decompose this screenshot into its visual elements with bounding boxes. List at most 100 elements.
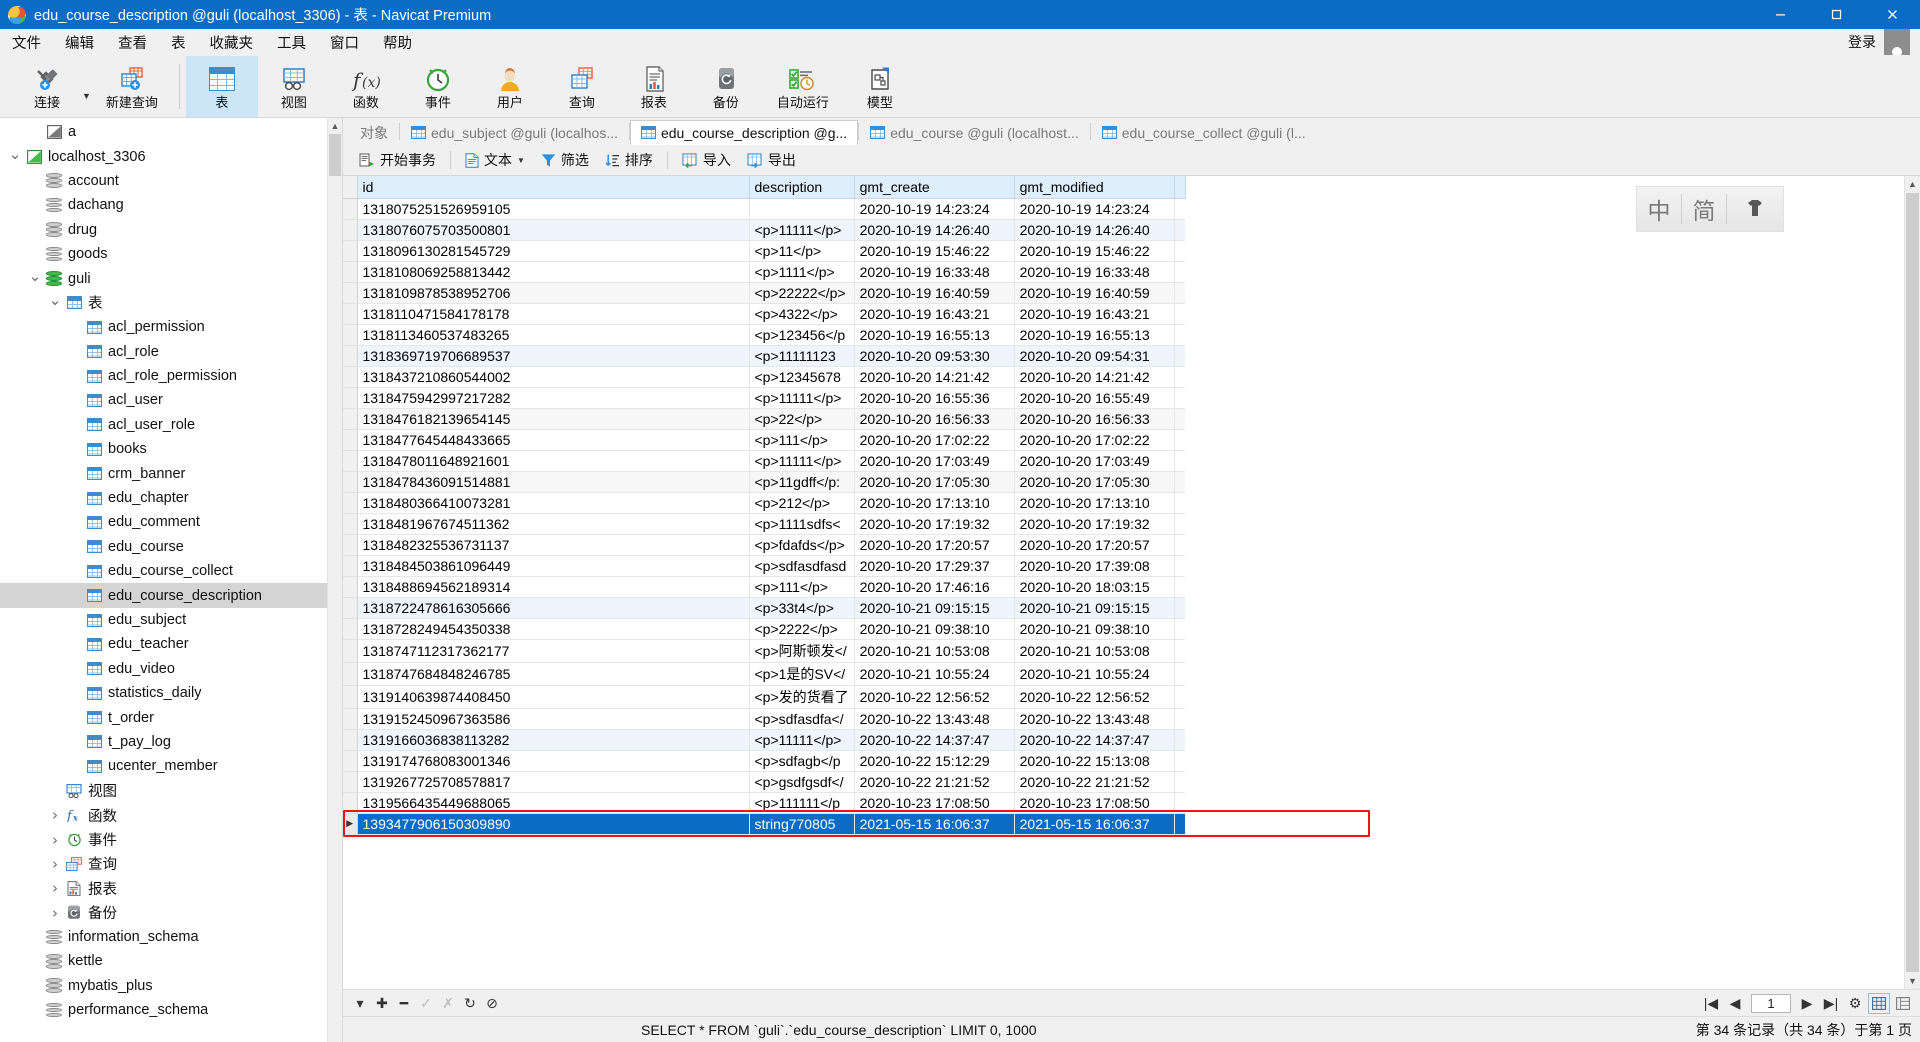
cell-id[interactable]: 1319166036838113282 (357, 729, 750, 751)
row-marker[interactable] (343, 198, 358, 220)
cell-gmt_modified[interactable]: 2020-10-21 09:15:15 (1014, 597, 1175, 619)
tree-node-edu_teacher[interactable]: edu_teacher (0, 632, 342, 656)
editor-tab-0[interactable]: 对象 (349, 120, 399, 145)
cell-gmt_create[interactable]: 2020-10-20 17:46:16 (854, 576, 1015, 598)
cell-gmt_create[interactable]: 2020-10-20 17:29:37 (854, 555, 1015, 577)
tree-node-ucenter_member[interactable]: ucenter_member (0, 754, 342, 778)
cell-description[interactable]: <p>111</p> (749, 576, 855, 598)
cell-id[interactable]: 1318096130281545729 (357, 240, 750, 262)
row-marker[interactable] (343, 576, 358, 598)
cell-description[interactable]: <p>11111123 (749, 345, 855, 367)
row-marker[interactable] (343, 387, 358, 409)
toolbar-connection[interactable]: 连接 (6, 56, 88, 117)
chevron-right-icon[interactable]: › (46, 855, 64, 873)
prev-page-button[interactable]: ◀ (1724, 993, 1746, 1014)
cell-description[interactable]: <p>11111</p> (749, 450, 855, 472)
chevron-right-icon[interactable]: › (46, 806, 64, 824)
row-marker[interactable] (343, 408, 358, 430)
cell-gmt_create[interactable]: 2020-10-21 09:15:15 (854, 597, 1015, 619)
toolbar-model[interactable]: 模型 (844, 56, 916, 117)
cell-gmt_modified[interactable]: 2020-10-20 17:02:22 (1014, 429, 1175, 451)
maximize-button[interactable] (1808, 0, 1864, 29)
cell-gmt_create[interactable]: 2020-10-23 17:08:50 (854, 792, 1015, 814)
cell-description[interactable]: <p>sdfagb</p (749, 750, 855, 772)
cell-description[interactable]: <p>111111</p (749, 792, 855, 814)
tree-node-t_order[interactable]: t_order (0, 705, 342, 729)
cell-gmt_modified[interactable]: 2020-10-20 16:56:33 (1014, 408, 1175, 430)
cell-id[interactable]: 1318482325536731137 (357, 534, 750, 556)
cell-id[interactable]: 1318478436091514881 (357, 471, 750, 493)
stop-button[interactable]: ⊘ (481, 993, 503, 1014)
cell-gmt_create[interactable]: 2020-10-20 16:56:33 (854, 408, 1015, 430)
row-marker[interactable] (343, 708, 358, 730)
cell-gmt_modified[interactable]: 2020-10-21 10:53:08 (1014, 639, 1175, 663)
tree-node-a[interactable]: a (0, 120, 342, 144)
cell-id[interactable]: 1318747112317362177 (357, 639, 750, 663)
cell-id[interactable]: 1318437210860544002 (357, 366, 750, 388)
cell-description[interactable]: <p>11111</p> (749, 387, 855, 409)
cell-id[interactable]: 1318747684848246785 (357, 662, 750, 686)
toolbar-view[interactable]: 视图 (258, 56, 330, 117)
apply-change-button[interactable]: ✓ (415, 993, 437, 1014)
row-marker[interactable] (343, 597, 358, 619)
cell-id[interactable]: 1318369719706689537 (357, 345, 750, 367)
table-row[interactable]: 1318476182139654145 <p>22</p> 2020-10-20 1… (343, 408, 1186, 430)
cell-gmt_modified[interactable]: 2020-10-19 16:40:59 (1014, 282, 1175, 304)
chevron-right-icon[interactable]: › (46, 831, 64, 849)
cell-id[interactable]: 1318722478616305666 (357, 597, 750, 619)
grid-scroll-thumb[interactable] (1906, 193, 1919, 972)
cell-id[interactable]: 1318476182139654145 (357, 408, 750, 430)
close-button[interactable] (1864, 0, 1920, 29)
cell-gmt_modified[interactable]: 2020-10-21 10:55:24 (1014, 662, 1175, 686)
cell-gmt_create[interactable]: 2020-10-22 12:56:52 (854, 685, 1015, 709)
row-marker[interactable] (343, 492, 358, 514)
table-row[interactable]: 1318728249454350338 <p>2222</p> 2020-10-21… (343, 618, 1186, 640)
cell-gmt_create[interactable]: 2020-10-20 17:13:10 (854, 492, 1015, 514)
toolbar-user[interactable]: 用户 (474, 56, 546, 117)
cell-gmt_modified[interactable]: 2020-10-20 16:55:49 (1014, 387, 1175, 409)
row-marker[interactable] (343, 750, 358, 772)
form-view-icon[interactable] (1892, 993, 1914, 1014)
tree-node-edu_video[interactable]: edu_video (0, 657, 342, 681)
row-marker[interactable] (343, 729, 358, 751)
table-row[interactable]: 1318076075703500801 <p>11111</p> 2020-10-1… (343, 219, 1186, 241)
toolbar-automation[interactable]: 自动运行 (762, 56, 844, 117)
add-record-button[interactable]: ✚ (371, 993, 393, 1014)
tree-node-performance_schema[interactable]: performance_schema (0, 998, 342, 1022)
grid-toolbar-import-button[interactable]: 导入 (674, 147, 739, 173)
tree-node-acl_role[interactable]: acl_role (0, 340, 342, 364)
tree-node-edu_comment[interactable]: edu_comment (0, 510, 342, 534)
cell-id[interactable]: 1318478011648921601 (357, 450, 750, 472)
cell-description[interactable]: <p>1111</p> (749, 261, 855, 283)
cell-gmt_create[interactable]: 2021-05-15 16:06:37 (854, 813, 1015, 835)
tree-node--[interactable]: › 查询 (0, 852, 342, 876)
sidebar-scrollbar[interactable]: ▲ (327, 118, 342, 1042)
column-header-description[interactable]: description (749, 176, 855, 199)
table-row[interactable]: 1319152450967363586 <p>sdfasdfa</2020-10-… (343, 708, 1186, 730)
table-row[interactable]: 1318113460537483265 <p>123456</p 2020-10-1… (343, 324, 1186, 346)
chevron-down-icon[interactable]: ⌄ (46, 292, 64, 307)
cell-gmt_create[interactable]: 2020-10-21 09:38:10 (854, 618, 1015, 640)
next-page-button[interactable]: ▶ (1796, 993, 1818, 1014)
editor-tab-2[interactable]: edu_course_description @g... (629, 120, 859, 145)
tree-node-account[interactable]: account (0, 169, 342, 193)
cell-gmt_modified[interactable]: 2020-10-20 09:54:31 (1014, 345, 1175, 367)
minimize-button[interactable] (1752, 0, 1808, 29)
row-marker[interactable] (343, 219, 358, 241)
row-marker[interactable] (343, 771, 358, 793)
row-marker[interactable] (343, 639, 358, 663)
chevron-down-icon[interactable]: ⌄ (6, 146, 24, 161)
grid-vertical-scrollbar[interactable]: ▲ ▼ (1904, 176, 1920, 989)
cell-gmt_modified[interactable]: 2020-10-20 17:13:10 (1014, 492, 1175, 514)
cell-description[interactable]: <p>123456</p (749, 324, 855, 346)
menu-item-tools[interactable]: 工具 (265, 29, 318, 56)
cell-gmt_create[interactable]: 2020-10-19 16:55:13 (854, 324, 1015, 346)
cell-description[interactable]: string770805 (749, 813, 855, 835)
menu-item-view[interactable]: 查看 (106, 29, 159, 56)
cell-gmt_create[interactable]: 2020-10-19 16:40:59 (854, 282, 1015, 304)
tree-node-acl_permission[interactable]: acl_permission (0, 315, 342, 339)
page-number-input[interactable]: 1 (1751, 993, 1791, 1013)
data-grid-viewport[interactable]: id description gmt_create gmt_modified 1… (343, 176, 1904, 989)
grid-scroll-up-icon[interactable]: ▲ (1905, 176, 1920, 192)
cell-gmt_create[interactable]: 2020-10-20 09:53:30 (854, 345, 1015, 367)
